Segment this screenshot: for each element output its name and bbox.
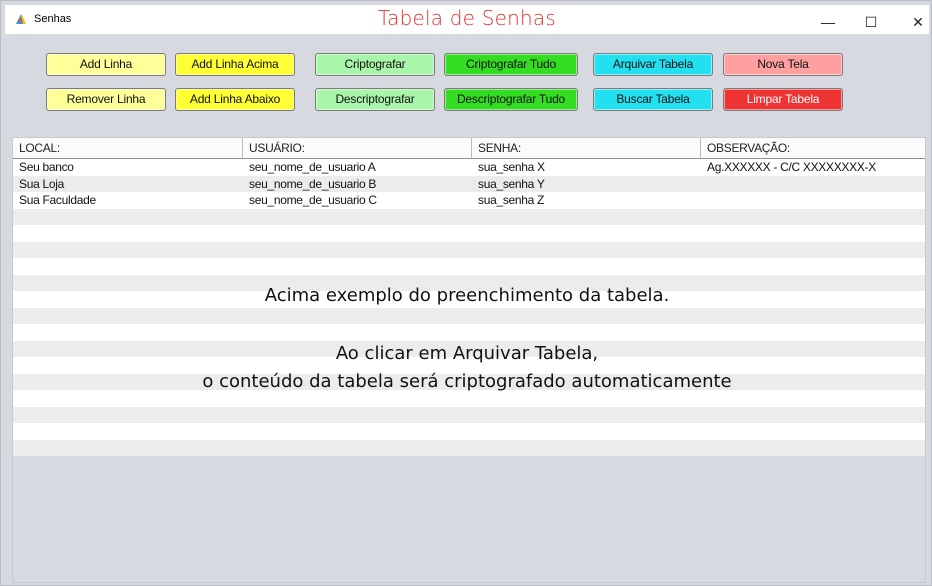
- column-header[interactable]: SENHA:: [478, 141, 521, 155]
- descriptografar-button[interactable]: Descriptografar: [315, 88, 435, 111]
- column-header[interactable]: USUÁRIO:: [249, 141, 305, 155]
- table-cell[interactable]: Sua Loja: [19, 177, 64, 191]
- table-row[interactable]: [13, 423, 925, 440]
- remover-linha-button[interactable]: Remover Linha: [46, 88, 166, 111]
- app-window: Senhas — ☐ ✕ Tabela de Senhas Add Linha A…: [0, 0, 932, 586]
- add-linha-abaixo-button[interactable]: Add Linha Abaixo: [175, 88, 295, 111]
- table-row[interactable]: Sua Loja seu_nome_de_usuario B sua_senha Y: [13, 175, 925, 192]
- arquivar-tabela-button[interactable]: Arquivar Tabela: [593, 53, 713, 76]
- table-cell[interactable]: seu_nome_de_usuario C: [249, 193, 377, 207]
- table-cell[interactable]: seu_nome_de_usuario A: [249, 160, 376, 174]
- column-divider[interactable]: [471, 138, 472, 158]
- buscar-tabela-button[interactable]: Buscar Tabela: [593, 88, 713, 111]
- criptografar-button[interactable]: Criptografar: [315, 53, 435, 76]
- table-row[interactable]: Seu banco seu_nome_de_usuario A sua_senha …: [13, 159, 925, 176]
- nova-tela-button[interactable]: Nova Tela: [723, 53, 843, 76]
- table-row[interactable]: [13, 439, 925, 456]
- table-cell[interactable]: sua_senha Y: [478, 177, 545, 191]
- instruction-line-2: Ao clicar em Arquivar Tabela,: [335, 343, 599, 364]
- instruction-line-3: o conteúdo da tabela será criptografado …: [202, 371, 732, 392]
- limpar-tabela-button[interactable]: Limpar Tabela: [723, 88, 843, 111]
- instruction-line-1: Acima exemplo do preenchimento da tabela…: [264, 285, 670, 306]
- table-cell[interactable]: sua_senha X: [478, 160, 545, 174]
- table-cell[interactable]: sua_senha Z: [478, 193, 544, 207]
- table-row[interactable]: [13, 258, 925, 275]
- page-title: Tabela de Senhas: [378, 6, 556, 30]
- descriptografar-tudo-button[interactable]: Descriptografar Tudo: [444, 88, 578, 111]
- table-cell[interactable]: Sua Faculdade: [19, 193, 96, 207]
- table-row[interactable]: [13, 390, 925, 407]
- table-body: Seu banco seu_nome_de_usuario A sua_senha …: [13, 159, 925, 456]
- table-row[interactable]: [13, 324, 925, 341]
- column-divider[interactable]: [700, 138, 701, 158]
- table-row[interactable]: [13, 241, 925, 258]
- column-header[interactable]: LOCAL:: [19, 141, 60, 155]
- table-row[interactable]: [13, 307, 925, 324]
- table-cell[interactable]: Seu banco: [19, 160, 74, 174]
- column-header[interactable]: OBSERVAÇÃO:: [707, 141, 790, 155]
- add-linha-button[interactable]: Add Linha: [46, 53, 166, 76]
- add-linha-acima-button[interactable]: Add Linha Acima: [175, 53, 295, 76]
- criptografar-tudo-button[interactable]: Criptografar Tudo: [444, 53, 578, 76]
- table-row[interactable]: Sua Faculdade seu_nome_de_usuario C sua_se…: [13, 192, 925, 209]
- table-header: LOCAL: USUÁRIO: SENHA: OBSERVAÇÃO:: [13, 138, 925, 159]
- table-row[interactable]: [13, 406, 925, 423]
- column-divider[interactable]: [242, 138, 243, 158]
- table-cell[interactable]: Ag.XXXXXX - C/C XXXXXXXX-X: [707, 160, 876, 174]
- table-cell[interactable]: seu_nome_de_usuario B: [249, 177, 376, 191]
- table-row[interactable]: [13, 225, 925, 242]
- table-row[interactable]: [13, 208, 925, 225]
